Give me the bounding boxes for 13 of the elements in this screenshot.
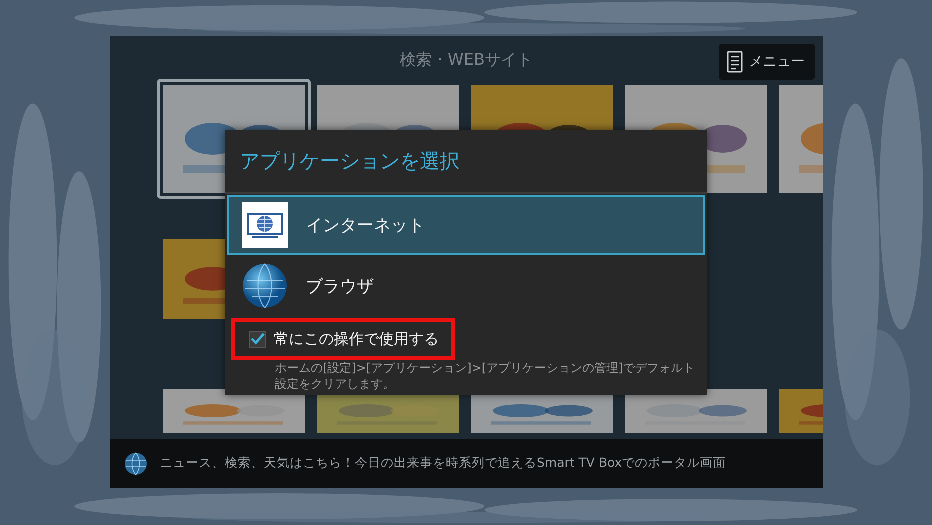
menu-button[interactable]: メニュー [719, 44, 815, 80]
check-icon [250, 333, 264, 345]
list-icon [727, 51, 743, 73]
app-list-item[interactable]: インターネット [227, 195, 705, 255]
hint-text: ホームの[設定]>[アプリケーション]>[アプリケーションの管理]でデフォルト設定をクリアします。 [274, 360, 696, 392]
checkbox-label: 常にこの操作で使用する [274, 330, 439, 348]
checkbox[interactable] [249, 330, 266, 348]
portal-description: ニュース、検索、天気はこちら！今日の出来事を時系列で追えるSmart TV Boxでのポータル画面 [160, 455, 726, 472]
section-title: 検索・WEBサイト [400, 50, 533, 72]
globe-icon [242, 263, 288, 309]
globe-icon [124, 452, 148, 476]
tv-globe-icon [242, 202, 288, 248]
app-list-item[interactable]: ブラウザ [227, 256, 705, 316]
